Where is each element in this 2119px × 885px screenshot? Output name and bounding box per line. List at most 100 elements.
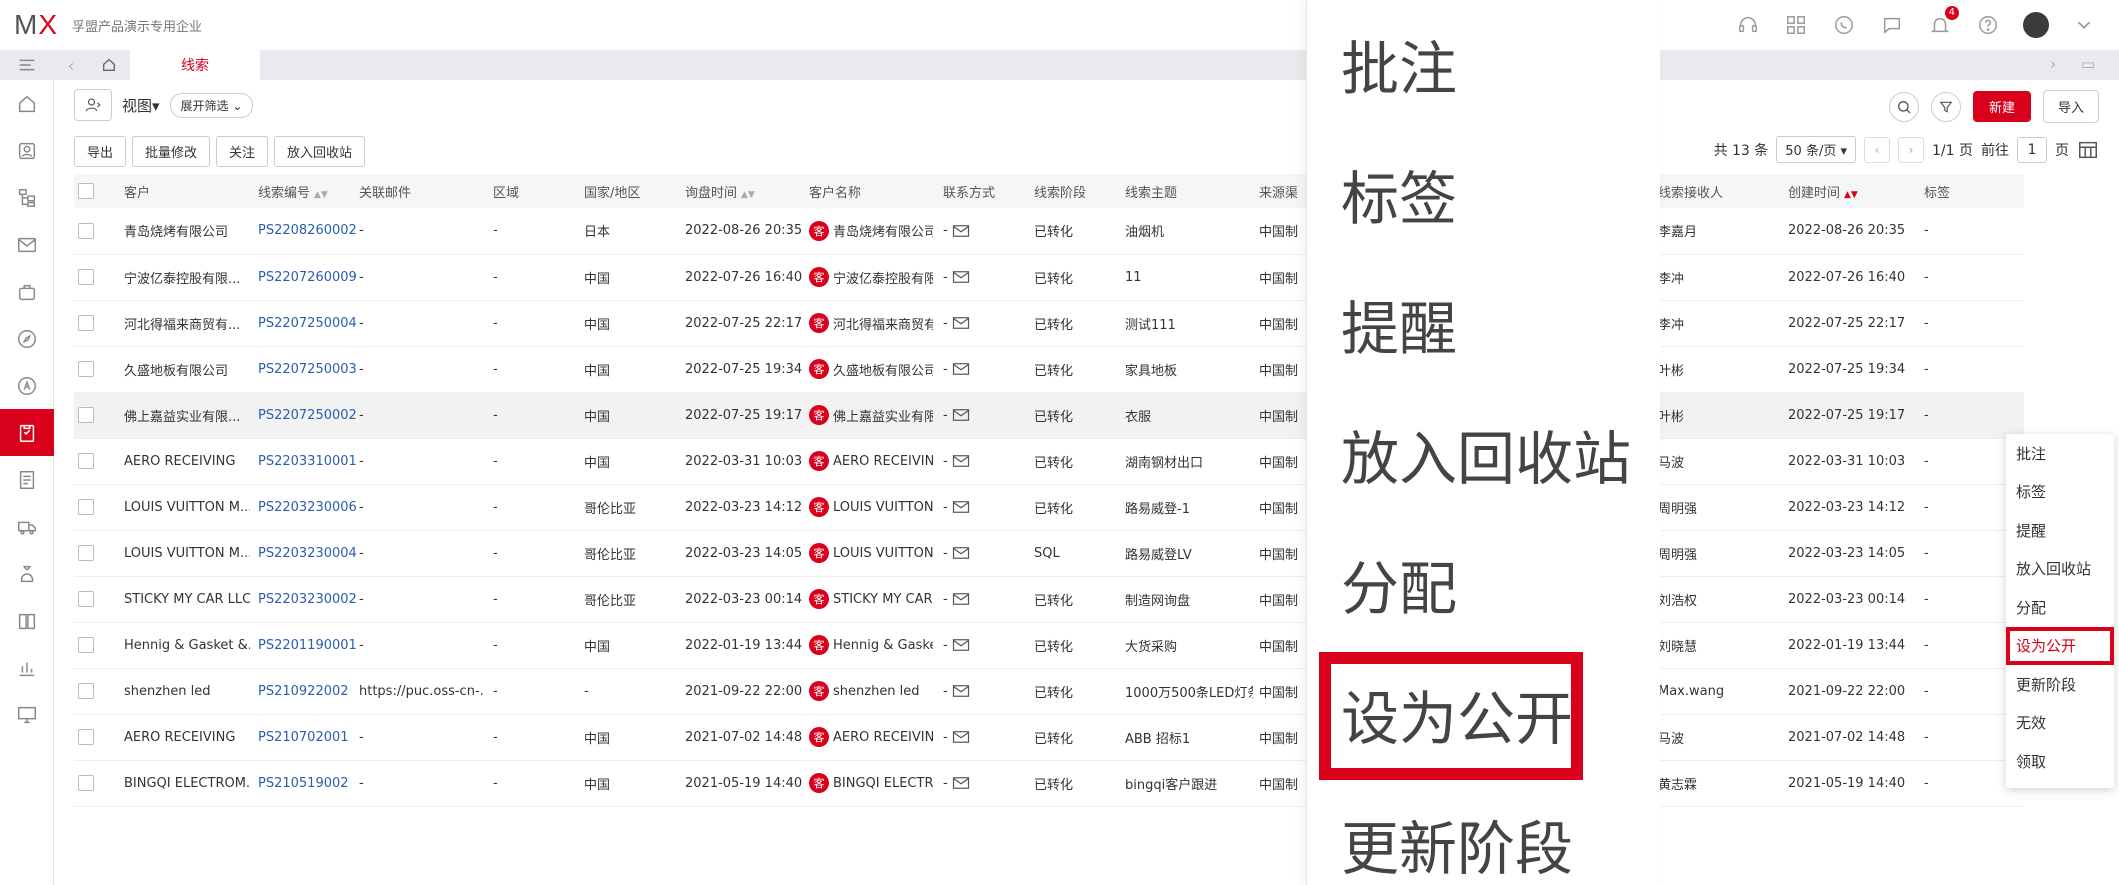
customer-name-cell[interactable]: Hennig & Gasket bbox=[833, 638, 933, 653]
lead-number-link[interactable]: PS2201190001 bbox=[258, 622, 359, 669]
row-checkbox[interactable] bbox=[78, 683, 94, 699]
table-row[interactable]: 宁波亿泰控股有限... PS2207260009- - 中国 2022-07-26 16… bbox=[74, 254, 1316, 301]
mail-icon[interactable] bbox=[952, 638, 970, 652]
mail-icon[interactable] bbox=[952, 776, 970, 790]
col-country[interactable]: 国家/地区 bbox=[584, 174, 685, 208]
mail-icon[interactable] bbox=[952, 270, 970, 284]
mail-icon[interactable] bbox=[952, 316, 970, 330]
row-checkbox[interactable] bbox=[78, 453, 94, 469]
row-checkbox[interactable] bbox=[78, 591, 94, 607]
row-checkbox[interactable] bbox=[78, 222, 94, 239]
table-row[interactable]: 周明强 2022-03-23 14:05- bbox=[1658, 530, 2024, 577]
customer-cell[interactable]: 河北得福来商贸有... bbox=[124, 314, 240, 333]
follow-button[interactable]: 关注 bbox=[216, 136, 269, 167]
customer-cell[interactable]: STICKY MY CAR LLC bbox=[124, 592, 250, 607]
customer-cell[interactable]: 宁波亿泰控股有限... bbox=[124, 268, 240, 287]
customer-name-cell[interactable]: BINGQI ELECTRO bbox=[833, 776, 933, 791]
tab-scroll-right-icon[interactable]: › ▭ bbox=[2050, 55, 2105, 73]
lead-number-link[interactable]: PS2203230002 bbox=[258, 576, 359, 623]
mail-nav-icon[interactable] bbox=[0, 221, 54, 268]
customer-cell[interactable]: AERO RECEIVING bbox=[124, 730, 235, 745]
avatar[interactable] bbox=[2023, 12, 2049, 38]
menu-item-make-public[interactable]: 设为公开 bbox=[2006, 626, 2114, 665]
row-checkbox[interactable] bbox=[78, 269, 94, 285]
row-checkbox[interactable] bbox=[78, 407, 94, 423]
row-checkbox[interactable] bbox=[78, 361, 94, 377]
col-customer-name[interactable]: 客户名称 bbox=[809, 174, 943, 208]
truck-icon[interactable] bbox=[0, 503, 54, 550]
mail-icon[interactable] bbox=[952, 408, 970, 422]
expand-filter-button[interactable]: 展开筛选 ⌄ bbox=[169, 92, 254, 118]
letter-a-icon[interactable] bbox=[0, 362, 54, 409]
customer-name-cell[interactable]: 河北得福来商贸有 bbox=[833, 314, 933, 333]
col-tags[interactable]: 标签 bbox=[1924, 174, 2024, 208]
batch-edit-button[interactable]: 批量修改 bbox=[132, 136, 211, 167]
home-icon[interactable] bbox=[0, 80, 54, 127]
money-bag-icon[interactable] bbox=[0, 550, 54, 597]
table-row[interactable]: 黄志霖 2021-05-19 14:40- bbox=[1658, 760, 2024, 807]
customer-name-cell[interactable]: 宁波亿泰控股有限 bbox=[833, 268, 933, 287]
headset-icon[interactable] bbox=[1735, 12, 1761, 38]
customer-cell[interactable]: BINGQI ELECTROM... bbox=[124, 776, 250, 791]
bag-icon[interactable] bbox=[0, 268, 54, 315]
prev-page-button[interactable]: ‹ bbox=[1864, 136, 1891, 163]
org-chart-icon[interactable] bbox=[0, 174, 54, 221]
table-row[interactable]: Max.wang 2021-09-22 22:00- bbox=[1658, 668, 2024, 715]
customer-cell[interactable]: 久盛地板有限公司 bbox=[124, 360, 228, 379]
table-row[interactable]: 刘晓慧 2022-01-19 13:44- bbox=[1658, 622, 2024, 669]
mail-icon[interactable] bbox=[952, 592, 970, 606]
owner-filter-button[interactable] bbox=[74, 89, 112, 121]
grid-icon[interactable] bbox=[1783, 12, 1809, 38]
row-checkbox[interactable] bbox=[78, 499, 94, 515]
mail-icon[interactable] bbox=[952, 546, 970, 560]
table-row[interactable]: AERO RECEIVING PS2203310001- - 中国 2022-03-31… bbox=[74, 438, 1316, 485]
book-icon[interactable] bbox=[0, 597, 54, 644]
columns-settings-icon[interactable] bbox=[2077, 139, 2099, 161]
import-button[interactable]: 导入 bbox=[2042, 90, 2099, 123]
lead-number-link[interactable]: PS2203310001 bbox=[258, 438, 359, 485]
export-button[interactable]: 导出 bbox=[74, 136, 127, 167]
row-checkbox[interactable] bbox=[78, 637, 94, 653]
table-row[interactable]: Hennig & Gasket &... PS2201190001- - 中国 2022… bbox=[74, 622, 1316, 669]
recycle-button[interactable]: 放入回收站 bbox=[274, 136, 366, 167]
row-checkbox[interactable] bbox=[78, 545, 94, 561]
mail-icon[interactable] bbox=[952, 730, 970, 744]
table-row[interactable]: AERO RECEIVING PS210702001- - 中国 2021-07-02 … bbox=[74, 714, 1316, 761]
table-row[interactable]: BINGQI ELECTROM... PS210519002- - 中国 2021-05… bbox=[74, 760, 1316, 807]
customer-cell[interactable]: AERO RECEIVING bbox=[124, 454, 235, 469]
table-row[interactable]: 佛上嘉益实业有限... PS2207250002- - 中国 2022-07-25 19… bbox=[74, 392, 1316, 439]
customer-name-cell[interactable]: LOUIS VUITTON I bbox=[833, 546, 933, 561]
customer-name-cell[interactable]: STICKY MY CAR L bbox=[833, 592, 933, 607]
mail-icon[interactable] bbox=[952, 684, 970, 698]
lead-number-link[interactable]: PS2207260009 bbox=[258, 254, 359, 301]
customer-cell[interactable]: LOUIS VUITTON M... bbox=[124, 500, 250, 515]
table-row[interactable]: shenzhen led PS210922002 https://puc.oss-c… bbox=[74, 668, 1316, 715]
next-page-button[interactable]: › bbox=[1898, 136, 1925, 163]
lead-number-link[interactable]: PS210922002 bbox=[258, 668, 359, 715]
table-row[interactable]: 青岛烧烤有限公司 PS2208260002- - 日本 2022-08-26 20:35… bbox=[74, 208, 1316, 255]
customer-name-cell[interactable]: 久盛地板有限公司 bbox=[833, 360, 933, 379]
lead-number-link[interactable]: PS210702001 bbox=[258, 714, 359, 761]
help-icon[interactable] bbox=[1975, 12, 2001, 38]
table-row[interactable]: 周明强 2022-03-23 14:12- bbox=[1658, 484, 2024, 531]
lead-number-link[interactable]: PS2203230004 bbox=[258, 530, 359, 577]
row-checkbox[interactable] bbox=[78, 729, 94, 745]
chat-icon[interactable] bbox=[1879, 12, 1905, 38]
table-row[interactable]: 李嘉月 2022-08-26 20:35- bbox=[1658, 208, 2024, 255]
table-row[interactable]: 久盛地板有限公司 PS2207250003- - 中国 2022-07-25 19:34… bbox=[74, 346, 1316, 393]
customer-name-cell[interactable]: AERO RECEIVING bbox=[833, 454, 933, 469]
search-icon[interactable] bbox=[1888, 91, 1919, 122]
col-contact[interactable]: 联系方式 bbox=[943, 174, 1034, 208]
customer-cell[interactable]: shenzhen led bbox=[124, 684, 211, 699]
menu-item-claim[interactable]: 领取 bbox=[2006, 742, 2114, 781]
col-lead-no[interactable]: 线索编号 ▲▼ bbox=[258, 174, 359, 208]
view-dropdown[interactable]: 视图▾ bbox=[122, 95, 160, 116]
mail-icon[interactable] bbox=[952, 362, 970, 376]
lead-number-link[interactable]: PS2208260002 bbox=[258, 208, 359, 255]
customer-cell[interactable]: Hennig & Gasket &... bbox=[124, 638, 250, 653]
contact-icon[interactable] bbox=[0, 127, 54, 174]
home-tab-icon[interactable] bbox=[88, 50, 130, 80]
col-linked-mail[interactable]: 关联邮件 bbox=[359, 174, 493, 208]
lead-number-link[interactable]: PS2203230006 bbox=[258, 484, 359, 531]
col-subject[interactable]: 线索主题 bbox=[1125, 174, 1259, 208]
